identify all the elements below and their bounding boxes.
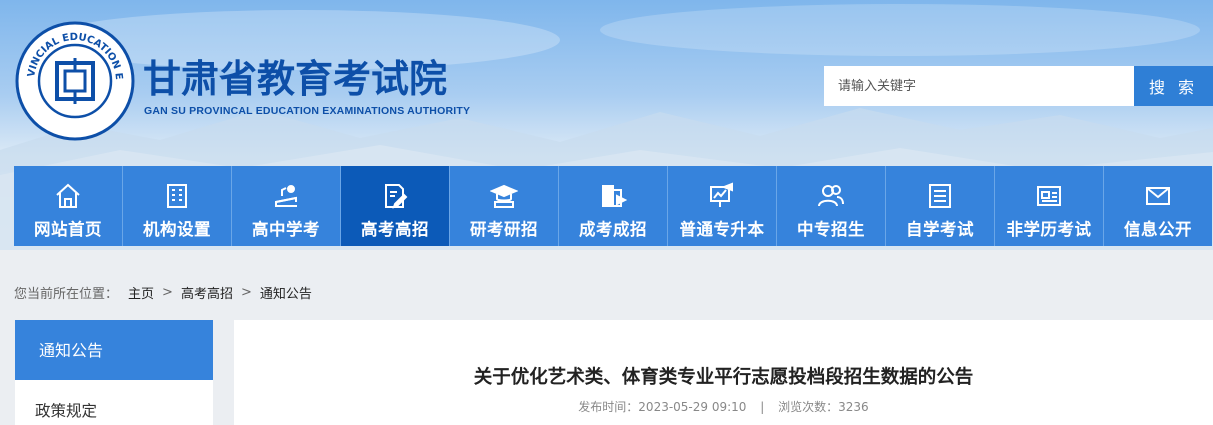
logo-emblem: 甘肃省教育考试院 GANSU PROVINCIAL EDUCATION EXAM… <box>14 20 135 141</box>
article-meta: 发布时间：2023-05-29 09:10 | 浏览次数：3236 <box>234 398 1213 415</box>
nav-item-home[interactable]: 网站首页 <box>14 166 123 246</box>
books-icon <box>272 182 300 210</box>
sidebar-item-policies[interactable]: 政策规定 <box>15 380 213 425</box>
presentation-board-icon <box>708 182 736 210</box>
nav-item-organization[interactable]: 机构设置 <box>123 166 232 246</box>
breadcrumb-separator: > <box>240 285 252 300</box>
nav-label: 中专招生 <box>797 220 865 239</box>
publish-time: 2023-05-29 09:10 <box>638 400 747 414</box>
nav-item-gaokao[interactable]: 高考高招 <box>341 166 450 246</box>
home-icon <box>54 182 82 210</box>
nav-label: 自学考试 <box>906 220 974 239</box>
article-panel: 关于优化艺术类、体育类专业平行志愿投档段招生数据的公告 发布时间：2023-05… <box>234 320 1213 425</box>
nav-label: 成考成招 <box>579 220 647 239</box>
id-card-icon <box>1035 182 1063 210</box>
views-label: 浏览次数： <box>778 400 839 414</box>
breadcrumb-separator: > <box>162 285 173 300</box>
breadcrumb-gaokao-link[interactable]: 高考高招 <box>181 283 233 302</box>
mail-icon <box>1144 182 1172 210</box>
nav-item-non-degree[interactable]: 非学历考试 <box>995 166 1104 246</box>
breadcrumb-home-link[interactable]: 主页 <box>128 283 154 302</box>
nav-label: 机构设置 <box>143 220 211 239</box>
nav-label: 普通专升本 <box>679 220 765 239</box>
nav-item-graduate-exam[interactable]: 研考研招 <box>450 166 559 246</box>
breadcrumb: 您当前所在位置： 主页 > 高考高招 > 通知公告 <box>14 283 312 302</box>
nav-label: 高中学考 <box>252 220 320 239</box>
article-title: 关于优化艺术类、体育类专业平行志愿投档段招生数据的公告 <box>473 367 974 388</box>
list-document-icon <box>926 182 954 210</box>
building-icon <box>163 182 191 210</box>
breadcrumb-notices-link[interactable]: 通知公告 <box>260 283 312 302</box>
search-button[interactable]: 搜 索 <box>1134 66 1213 106</box>
graduation-cap-icon <box>490 182 518 210</box>
nav-item-high-school-exam[interactable]: 高中学考 <box>232 166 341 246</box>
nav-label: 网站首页 <box>34 220 102 239</box>
nav-label: 非学历考试 <box>1006 220 1092 239</box>
search-input[interactable] <box>824 66 1134 106</box>
main-nav: 网站首页 机构设置 高中学考 高考高招 研考研招 成考成招 普通专升本 中专招生… <box>14 166 1213 246</box>
document-pen-icon <box>381 182 409 210</box>
publish-label: 发布时间： <box>578 400 639 414</box>
nav-item-vocational[interactable]: 中专招生 <box>777 166 886 246</box>
site-title: 甘肃省教育考试院 <box>143 57 448 101</box>
nav-item-upgrade[interactable]: 普通专升本 <box>668 166 777 246</box>
nav-label: 研考研招 <box>470 220 538 239</box>
nav-label: 信息公开 <box>1124 220 1192 239</box>
nav-item-disclosure[interactable]: 信息公开 <box>1104 166 1212 246</box>
nav-item-adult-exam[interactable]: 成考成招 <box>559 166 668 246</box>
book-icon <box>599 182 627 210</box>
views-count: 3236 <box>838 400 869 414</box>
site-subtitle: GAN SU PROVINCAL EDUCATION EXAMINATIONS … <box>144 105 471 117</box>
nav-item-self-study[interactable]: 自学考试 <box>886 166 995 246</box>
meta-separator: | <box>760 400 765 414</box>
users-icon <box>817 182 845 210</box>
breadcrumb-prefix: 您当前所在位置： <box>14 287 119 302</box>
sidebar-item-notices[interactable]: 通知公告 <box>15 320 213 380</box>
nav-label: 高考高招 <box>361 220 429 239</box>
sidebar: 通知公告 政策规定 <box>15 320 213 425</box>
